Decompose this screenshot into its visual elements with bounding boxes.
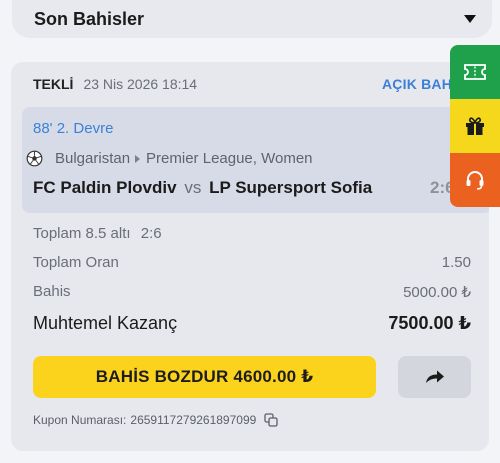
recent-bets-header[interactable]: Son Bahisler xyxy=(12,0,492,38)
caret-down-icon[interactable] xyxy=(464,15,476,23)
cashout-button[interactable]: BAHİS BOZDUR 4600.00 ₺ xyxy=(33,356,376,398)
potential-win-row: Muhtemel Kazanç 7500.00 ₺ xyxy=(33,313,471,334)
coupon-row: Kupon Numarası: 2659117279261897099 xyxy=(33,413,278,427)
league-breadcrumb: Bulgaristan Premier League, Women xyxy=(26,150,313,167)
bet-date: 23 Nis 2026 18:14 xyxy=(83,76,198,92)
selection-score: 2:6 xyxy=(140,225,162,242)
bet-type: TEKLİ xyxy=(33,76,74,92)
coupon-side-button[interactable] xyxy=(450,45,500,99)
gift-icon xyxy=(466,117,484,135)
away-team: LP Supersport Sofia xyxy=(209,178,373,197)
total-odds-label: Toplam Oran xyxy=(33,254,119,271)
headset-icon xyxy=(466,171,484,190)
breadcrumb-arrow-icon xyxy=(135,154,141,163)
match-teams: FC Paldin Plovdiv vs LP Supersport Sofia xyxy=(33,178,372,198)
vs-label: vs xyxy=(184,178,202,197)
league-country: Bulgaristan xyxy=(55,150,131,167)
league-name: Premier League, Women xyxy=(146,150,313,167)
gift-side-button[interactable] xyxy=(450,99,500,153)
support-side-button[interactable] xyxy=(450,153,500,207)
stake-value: 5000.00 ₺ xyxy=(403,284,471,301)
potential-win-value: 7500.00 ₺ xyxy=(388,313,471,333)
bet-selection: Toplam 8.5 altı 2:6 xyxy=(33,225,162,242)
stake-row: Bahis 5000.00 ₺ xyxy=(33,283,471,301)
header-title: Son Bahisler xyxy=(34,8,145,29)
match-minute: 88' 2. Devre xyxy=(33,120,114,137)
soccer-ball-icon xyxy=(26,150,43,167)
event-box[interactable]: 88' 2. Devre Bulgaristan Premier League,… xyxy=(22,107,489,213)
potential-win-label: Muhtemel Kazanç xyxy=(33,313,178,333)
coupon-number: 2659117279261897099 xyxy=(130,413,257,427)
stake-label: Bahis xyxy=(33,283,71,300)
ticket-icon xyxy=(464,64,486,80)
total-odds-value: 1.50 xyxy=(441,254,471,271)
share-arrow-icon xyxy=(425,370,444,383)
bet-card: TEKLİ 23 Nis 2026 18:14 AÇIK BAHİS 88' 2… xyxy=(11,62,489,451)
share-button[interactable] xyxy=(398,356,471,398)
coupon-label: Kupon Numarası: xyxy=(33,413,127,427)
home-team: FC Paldin Plovdiv xyxy=(33,178,177,197)
total-odds-row: Toplam Oran 1.50 xyxy=(33,254,471,271)
copy-icon[interactable] xyxy=(264,413,278,427)
selection-label: Toplam 8.5 altı xyxy=(33,225,131,242)
